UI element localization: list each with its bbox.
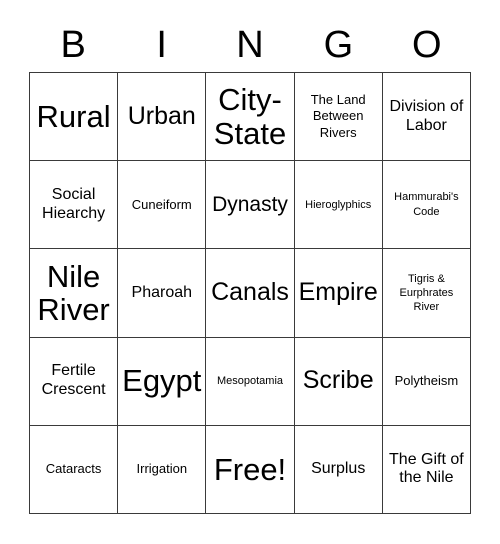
bingo-cell[interactable]: Hammurabi's Code bbox=[382, 161, 471, 250]
bingo-cell[interactable]: Fertile Crescent bbox=[30, 337, 119, 426]
bingo-header-letter-b: B bbox=[60, 24, 86, 66]
bingo-cell[interactable]: Scribe bbox=[294, 337, 383, 426]
bingo-cell[interactable]: Surplus bbox=[294, 425, 383, 514]
bingo-cell[interactable]: Urban bbox=[118, 73, 207, 162]
bingo-cell-label: Free! bbox=[213, 451, 287, 487]
bingo-cell[interactable]: Egypt bbox=[118, 337, 207, 426]
bingo-cell[interactable]: Cuneiform bbox=[118, 161, 207, 250]
bingo-cell-label: Mesopotamia bbox=[216, 375, 284, 388]
bingo-cell-label: Cataracts bbox=[45, 461, 102, 477]
bingo-cell[interactable]: Pharoah bbox=[118, 249, 207, 338]
bingo-cell-label: Division of Labor bbox=[389, 97, 464, 134]
bingo-header-letter-i: I bbox=[156, 24, 167, 66]
bingo-cell[interactable]: Irrigation bbox=[118, 425, 207, 514]
bingo-cell-label: Nile River bbox=[37, 258, 110, 327]
bingo-cell[interactable]: City-State bbox=[206, 73, 295, 162]
bingo-cell[interactable]: Cataracts bbox=[30, 425, 119, 514]
bingo-cell[interactable]: The Land Between Rivers bbox=[294, 73, 383, 162]
bingo-cell-label: Empire bbox=[298, 278, 378, 307]
bingo-cell-label: Cuneiform bbox=[131, 196, 192, 212]
bingo-cell-label: Pharoah bbox=[131, 283, 193, 301]
bingo-cell-label: Dynasty bbox=[212, 193, 288, 217]
bingo-header-letter-g: G bbox=[323, 24, 354, 66]
bingo-cell[interactable]: Mesopotamia bbox=[206, 337, 295, 426]
bingo-cell[interactable]: Rural bbox=[30, 73, 119, 162]
bingo-cell[interactable]: Canals bbox=[206, 249, 295, 338]
bingo-cell-label: Hieroglyphics bbox=[305, 198, 372, 211]
bingo-grid: Rural Urban City-State The Land Between Riv… bbox=[29, 72, 471, 514]
bingo-cell-label: City-State bbox=[213, 82, 287, 151]
bingo-cell-label: Irrigation bbox=[136, 461, 188, 477]
bingo-cell[interactable]: Division of Labor bbox=[382, 73, 471, 162]
bingo-cell-label: Scribe bbox=[302, 366, 374, 395]
bingo-cell-label: Egypt bbox=[122, 363, 202, 399]
bingo-header-letter-o: O bbox=[412, 24, 442, 66]
bingo-cell-label: Rural bbox=[36, 98, 111, 134]
bingo-card: B I N G O Rural Urban City-State The Land Betwe… bbox=[0, 0, 500, 544]
bingo-header: BINGO bbox=[29, 18, 471, 72]
bingo-cell[interactable]: Nile River bbox=[30, 249, 119, 338]
bingo-header-letter-n: N bbox=[236, 24, 264, 66]
bingo-cell[interactable]: Tigris & Eurphrates River bbox=[382, 249, 471, 338]
bingo-cell[interactable]: Hieroglyphics bbox=[294, 161, 383, 250]
bingo-free-space[interactable]: Free! bbox=[206, 425, 295, 514]
bingo-cell[interactable]: Polytheism bbox=[382, 337, 471, 426]
bingo-cell[interactable]: Dynasty bbox=[206, 161, 295, 250]
bingo-cell-label: Social Hiearchy bbox=[42, 185, 106, 222]
bingo-cell-label: Polytheism bbox=[394, 373, 459, 389]
bingo-cell-label: The Gift of the Nile bbox=[389, 450, 464, 487]
bingo-cell-label: Surplus bbox=[311, 459, 366, 477]
bingo-cell-label: The Land Between Rivers bbox=[310, 92, 366, 140]
bingo-cell-label: Fertile Crescent bbox=[41, 362, 106, 399]
bingo-cell-label: Canals bbox=[211, 278, 289, 307]
bingo-cell-label: Hammurabi's Code bbox=[394, 191, 459, 218]
bingo-cell-label: Tigris & Eurphrates River bbox=[399, 272, 454, 314]
bingo-cell[interactable]: The Gift of the Nile bbox=[382, 425, 471, 514]
bingo-cell[interactable]: Social Hiearchy bbox=[30, 161, 119, 250]
bingo-cell[interactable]: Empire bbox=[294, 249, 383, 338]
bingo-cell-label: Urban bbox=[127, 101, 196, 130]
